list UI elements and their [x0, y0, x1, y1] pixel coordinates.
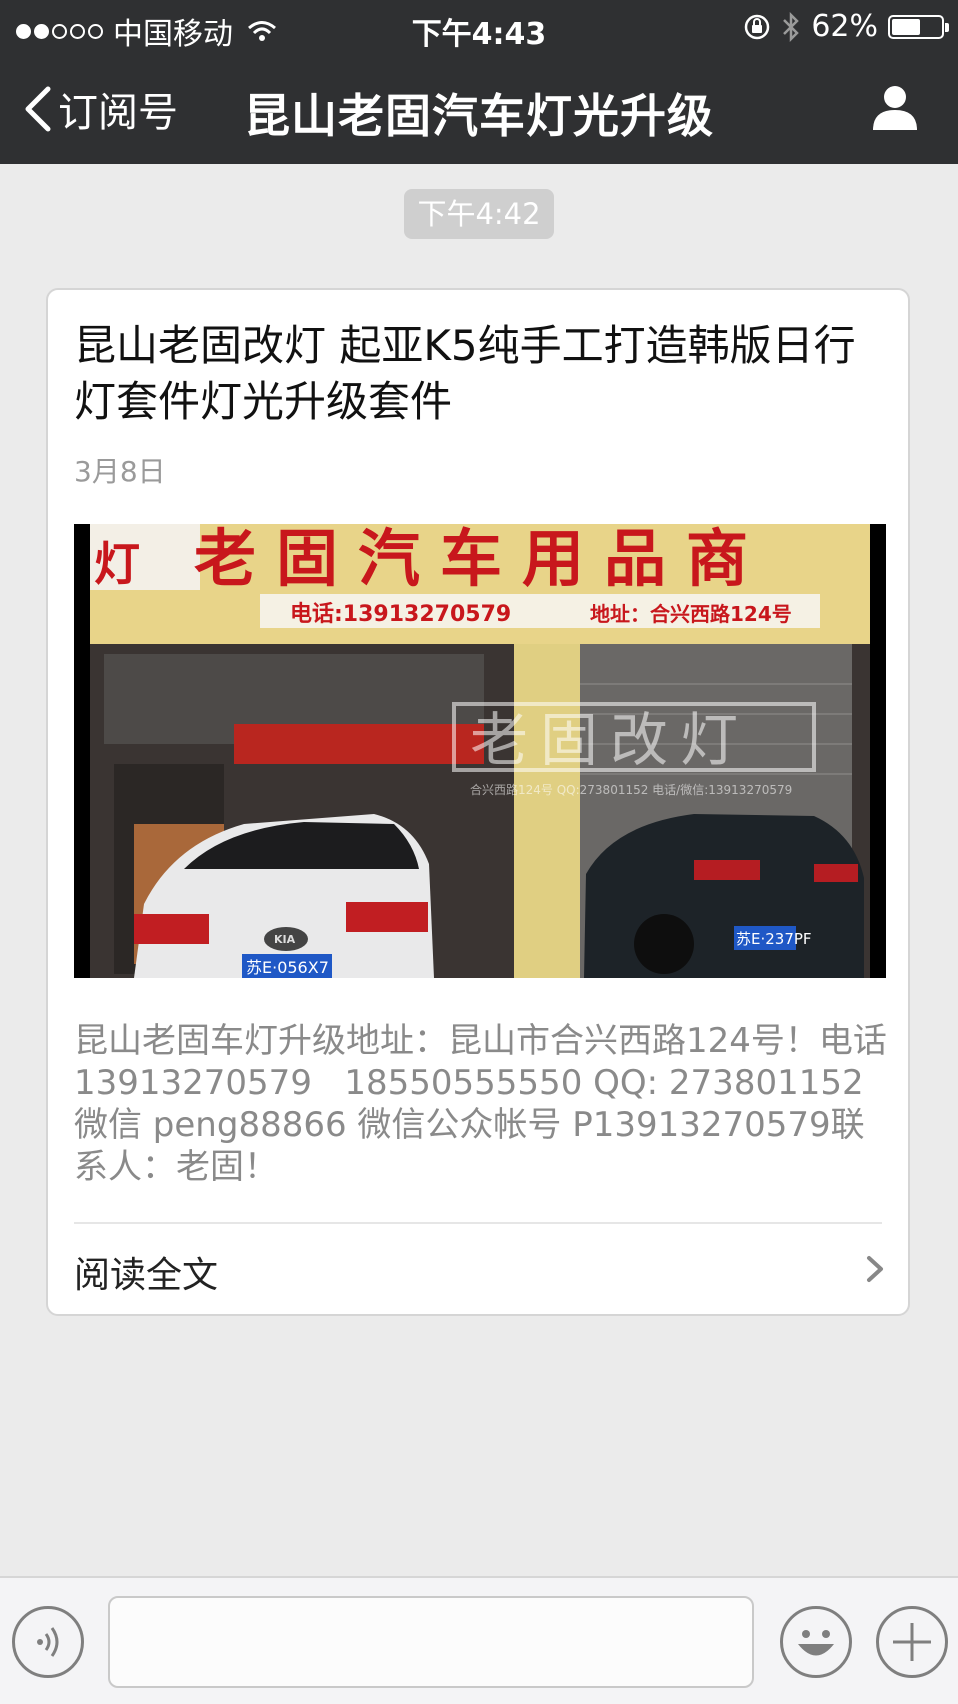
shop-sign-text: 老固汽车用品商: [194, 524, 768, 595]
battery-fill: [892, 18, 921, 35]
voice-button[interactable]: [12, 1606, 84, 1678]
smiley-icon: [798, 1630, 834, 1656]
watermark-text: 老固改灯: [470, 706, 750, 774]
emoji-button[interactable]: [780, 1606, 852, 1678]
article-title[interactable]: 昆山老固改灯 起亚K5纯手工打造韩版日行灯套件灯光升级套件: [74, 318, 884, 430]
plate-right-text: 苏E·237PF: [736, 930, 812, 948]
battery-percent: 62%: [811, 9, 878, 44]
watermark-subtext: 合兴西路124号 QQ:273801152 电话/微信:13913270579: [470, 782, 792, 797]
article-cover-image[interactable]: 灯 老固汽车用品商 电话:13913270579 地址：合兴西路124号 KIA…: [74, 524, 886, 978]
article-summary: 昆山老固车灯升级地址：昆山市合兴西路124号！电话13913270579 185…: [74, 1021, 887, 1187]
phone-banner-text: 电话:13913270579: [290, 602, 511, 627]
address-banner-text: 地址：合兴西路124号: [590, 602, 792, 626]
plus-icon: [893, 1623, 931, 1661]
article-date: 3月8日: [74, 455, 166, 488]
message-input[interactable]: [108, 1596, 754, 1688]
sign-left-text: 灯: [94, 537, 140, 591]
nav-bar: 订阅号 昆山老固汽车灯光升级: [0, 54, 958, 164]
rotation-lock-icon: [745, 14, 770, 39]
bluetooth-icon: [783, 11, 800, 42]
user-icon[interactable]: [870, 82, 920, 132]
voice-icon: [37, 1627, 59, 1657]
plate-left-text: 苏E·056X7: [246, 958, 329, 977]
status-bar: 中国移动 下午4:43 62%: [0, 0, 958, 54]
shop-photo: 灯 老固汽车用品商 电话:13913270579 地址：合兴西路124号 KIA…: [74, 524, 886, 978]
input-bar: [0, 1576, 958, 1704]
status-right: 62%: [743, 9, 949, 44]
chevron-right-icon: [867, 1256, 883, 1282]
read-more-label: 阅读全文: [74, 1255, 219, 1296]
plus-button[interactable]: [876, 1606, 948, 1678]
car-badge-text: KIA: [274, 933, 296, 946]
message-timestamp: 下午4:42: [404, 189, 554, 239]
battery-icon: [888, 14, 949, 39]
page-title: 昆山老固汽车灯光升级: [244, 89, 714, 143]
read-more-row[interactable]: 阅读全文: [48, 1224, 908, 1316]
article-card[interactable]: 昆山老固改灯 起亚K5纯手工打造韩版日行灯套件灯光升级套件 3月8日 灯 老固汽…: [46, 288, 910, 1316]
